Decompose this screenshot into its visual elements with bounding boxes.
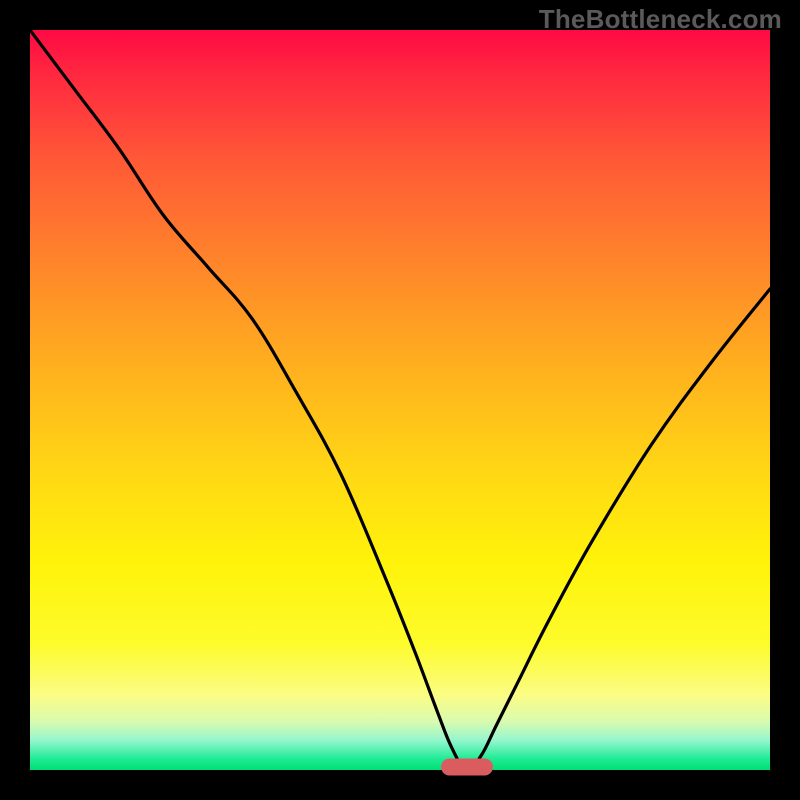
chart-container: TheBottleneck.com bbox=[0, 0, 800, 800]
optimal-marker bbox=[441, 759, 493, 776]
curve-layer bbox=[30, 30, 770, 770]
watermark-text: TheBottleneck.com bbox=[539, 4, 782, 35]
plot-area bbox=[30, 30, 770, 770]
bottleneck-curve bbox=[30, 30, 770, 770]
